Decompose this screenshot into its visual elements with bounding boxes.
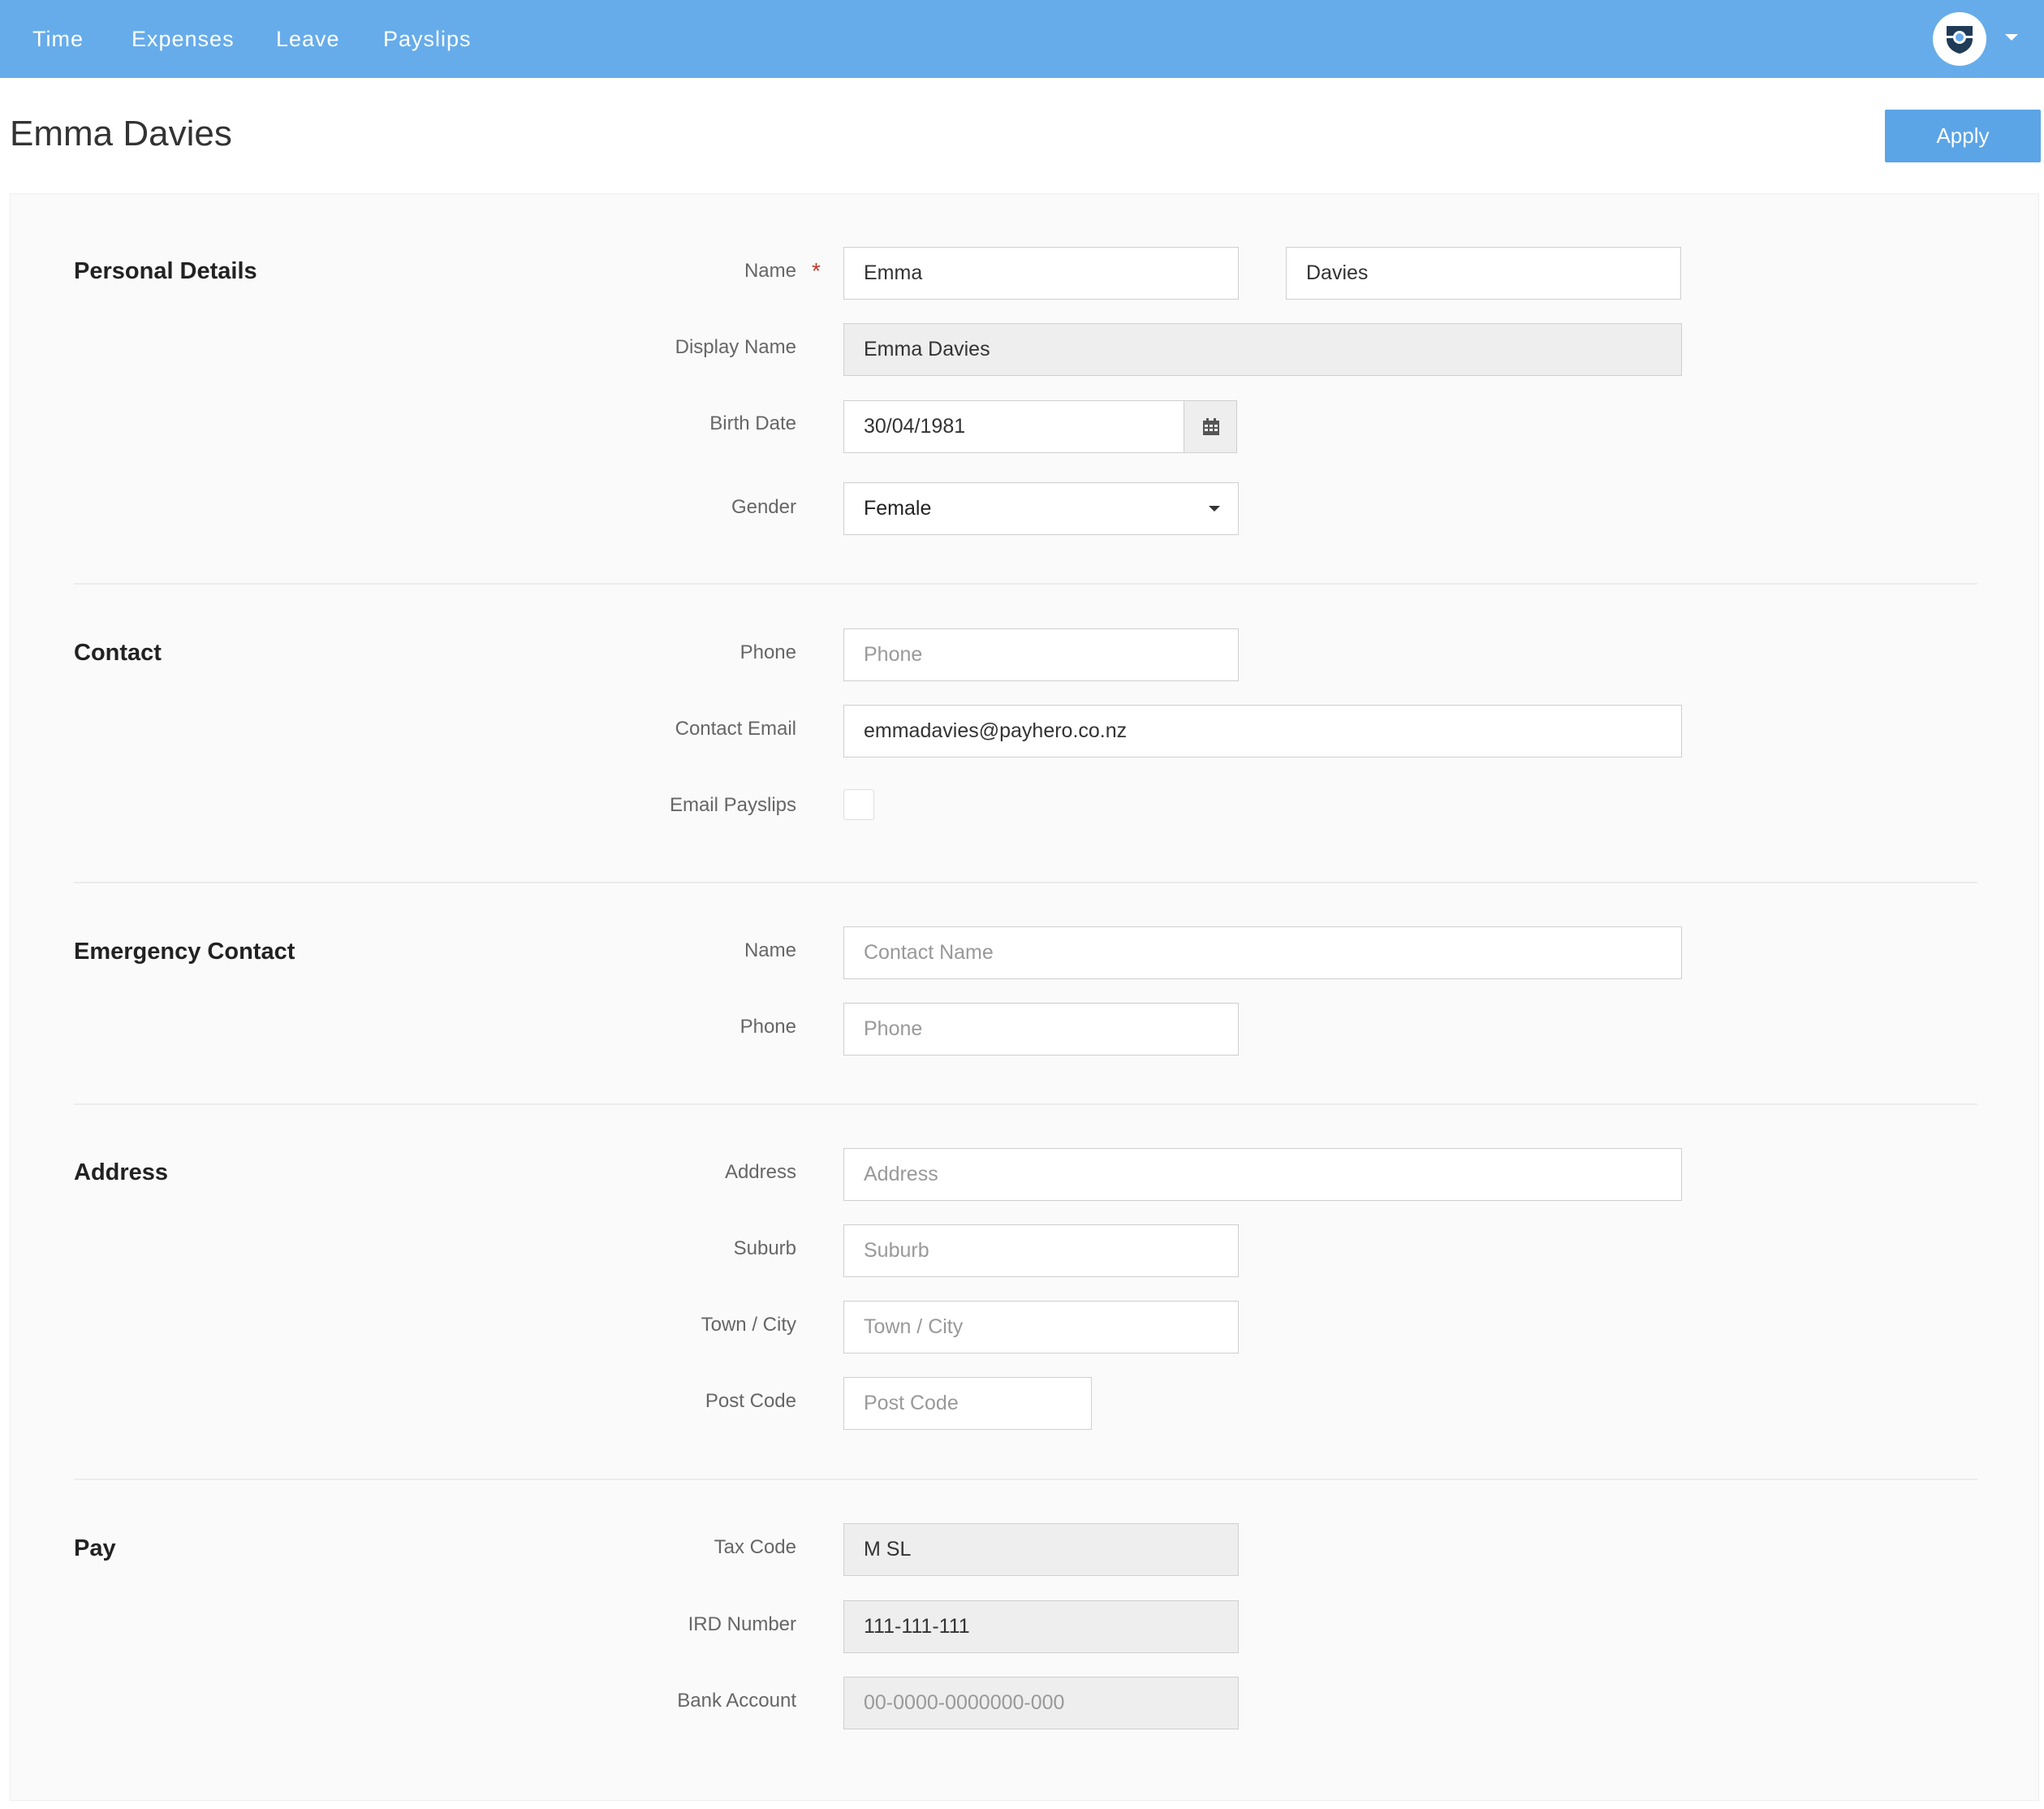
email-payslips-checkbox[interactable] xyxy=(843,789,874,820)
required-marker: * xyxy=(812,258,821,283)
tax-code-label: Tax Code xyxy=(714,1536,796,1558)
address-label: Address xyxy=(724,1161,796,1183)
suburb-label: Suburb xyxy=(733,1237,796,1259)
nav-item-time[interactable]: Time xyxy=(32,0,84,78)
display-name-field xyxy=(843,323,1682,376)
calendar-button[interactable] xyxy=(1184,400,1237,453)
contact-email-label: Contact Email xyxy=(675,718,796,740)
tax-code-field xyxy=(843,1523,1239,1576)
section-title-pay: Pay xyxy=(74,1535,116,1561)
gender-label: Gender xyxy=(731,496,796,518)
bank-account-field xyxy=(843,1677,1239,1729)
name-label: Name xyxy=(744,260,796,282)
gender-select[interactable]: Female xyxy=(843,482,1239,535)
calendar-icon xyxy=(1203,418,1219,435)
apply-button[interactable]: Apply xyxy=(1885,110,2041,162)
contact-email-field[interactable] xyxy=(843,705,1682,758)
nav-item-expenses[interactable]: Expenses xyxy=(132,0,235,78)
nav-item-leave[interactable]: Leave xyxy=(276,0,340,78)
ird-number-label: IRD Number xyxy=(688,1613,796,1635)
birth-date-field[interactable] xyxy=(843,400,1185,453)
first-name-field[interactable] xyxy=(843,247,1239,300)
bank-account-label: Bank Account xyxy=(677,1690,796,1712)
chevron-down-icon xyxy=(1209,506,1220,512)
section-title-contact: Contact xyxy=(74,640,162,666)
section-title-personal: Personal Details xyxy=(74,258,257,284)
emergency-name-field[interactable] xyxy=(843,926,1682,979)
city-field[interactable] xyxy=(843,1301,1239,1354)
postcode-field[interactable] xyxy=(843,1377,1092,1430)
phone-field[interactable] xyxy=(843,628,1239,681)
emergency-phone-label: Phone xyxy=(740,1016,796,1038)
section-divider xyxy=(74,1103,1977,1105)
address-field[interactable] xyxy=(843,1148,1682,1201)
section-divider xyxy=(74,882,1977,883)
display-name-label: Display Name xyxy=(675,336,796,358)
ird-number-field xyxy=(843,1600,1239,1653)
section-title-address: Address xyxy=(74,1159,169,1185)
email-payslips-label: Email Payslips xyxy=(669,794,796,816)
phone-label: Phone xyxy=(740,641,796,663)
birth-date-label: Birth Date xyxy=(709,412,796,434)
nav-item-payslips[interactable]: Payslips xyxy=(383,0,472,78)
city-label: Town / City xyxy=(701,1314,796,1336)
user-shield-icon xyxy=(1947,26,1973,54)
section-title-emergency: Emergency Contact xyxy=(74,939,295,965)
section-divider xyxy=(74,583,1977,585)
suburb-field[interactable] xyxy=(843,1224,1239,1277)
page-title: Emma Davies xyxy=(10,114,232,153)
chevron-down-icon[interactable] xyxy=(2005,34,2018,41)
gender-select-value: Female xyxy=(864,497,932,520)
top-nav-bar: Time Expenses Leave Payslips xyxy=(0,0,2044,78)
emergency-phone-field[interactable] xyxy=(843,1003,1239,1056)
last-name-field[interactable] xyxy=(1286,247,1681,300)
emergency-name-label: Name xyxy=(744,939,796,961)
section-divider xyxy=(74,1479,1977,1480)
postcode-label: Post Code xyxy=(705,1390,796,1412)
avatar[interactable] xyxy=(1933,12,1986,66)
